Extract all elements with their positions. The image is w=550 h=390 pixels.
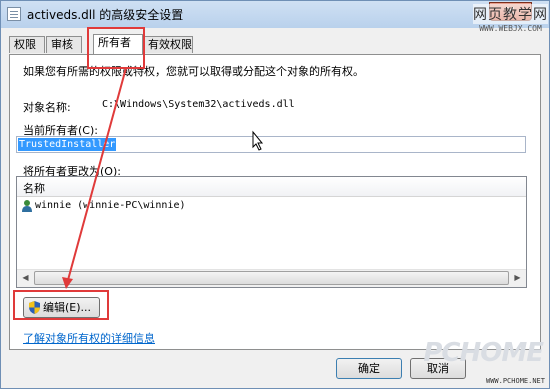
tab-owner[interactable]: 所有者 <box>93 34 143 54</box>
annotation-arrow <box>62 67 127 289</box>
